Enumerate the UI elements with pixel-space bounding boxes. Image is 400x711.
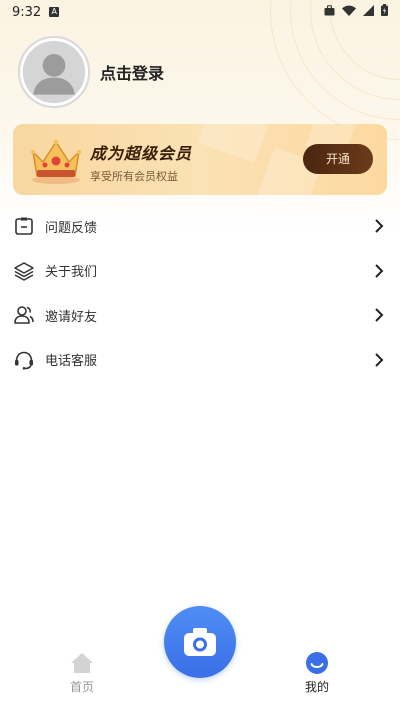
chevron-right-icon [372,308,386,322]
vip-title: 成为超级会员 [90,144,193,163]
nav-home[interactable]: 首页 [47,650,117,695]
camera-button[interactable] [164,606,236,678]
status-bar: 9:32 A [0,0,400,24]
headset-icon [14,350,34,370]
users-icon [14,305,34,325]
nav-mine[interactable]: 我的 [282,650,352,695]
battery-icon [381,4,388,20]
camera-icon [184,628,216,656]
crown-icon [30,139,82,184]
open-vip-button[interactable]: 开通 [303,144,373,174]
briefcase-icon [324,4,335,20]
vip-subtitle: 享受所有会员权益 [90,170,178,183]
smile-user-icon [306,652,328,674]
status-time: 9:32 [12,4,42,20]
menu-item-about[interactable]: 关于我们 [0,249,400,294]
avatar[interactable] [18,36,90,108]
chevron-right-icon [372,353,386,367]
signal-icon [363,4,374,20]
chevron-right-icon [372,219,386,233]
chevron-right-icon [372,264,386,278]
menu-item-customer-service[interactable]: 电话客服 [0,338,400,383]
menu-item-label: 邀请好友 [45,309,98,325]
menu-item-label: 问题反馈 [45,220,98,236]
clipboard-icon [14,216,34,236]
settings-menu: 问题反馈 关于我们 邀请好友 电话客服 [0,204,400,382]
layers-icon [14,261,34,281]
nav-mine-label: 我的 [304,680,329,694]
nav-home-label: 首页 [69,680,94,694]
header-background [0,0,400,230]
notification-indicator: A [49,7,60,17]
login-label[interactable]: 点击登录 [100,60,164,84]
menu-item-feedback[interactable]: 问题反馈 [0,204,400,249]
wifi-icon [342,5,356,20]
user-avatar-icon [22,40,86,104]
menu-item-label: 电话客服 [45,354,98,370]
menu-item-invite[interactable]: 邀请好友 [0,293,400,338]
menu-item-label: 关于我们 [45,265,98,281]
vip-banner[interactable]: 成为超级会员 享受所有会员权益 开通 [13,124,387,195]
home-icon [71,653,93,673]
